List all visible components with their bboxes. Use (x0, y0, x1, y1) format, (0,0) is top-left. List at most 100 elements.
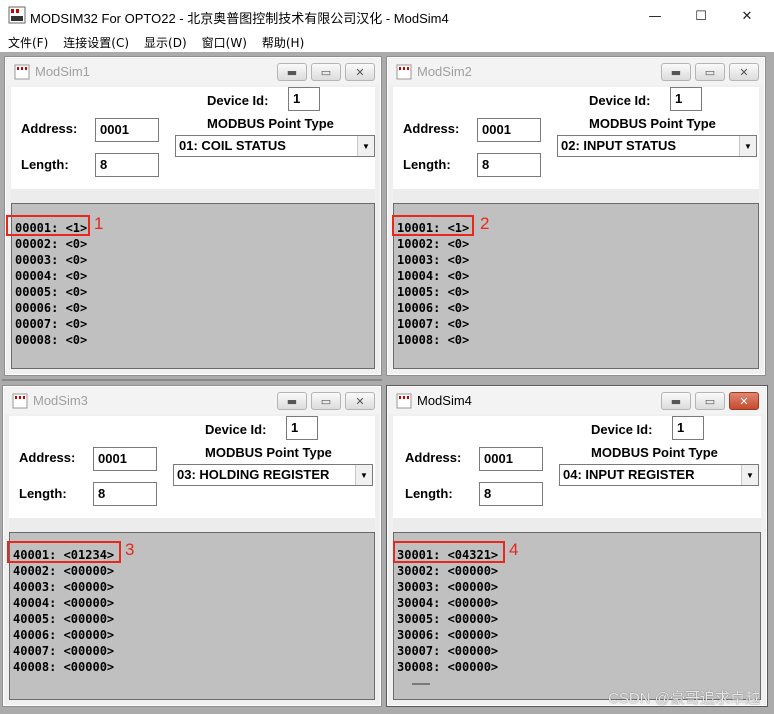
separator-strip (9, 518, 375, 532)
address-label: Address: (403, 121, 460, 136)
menu-help[interactable]: 帮助(H) (254, 34, 311, 51)
close-button[interactable]: ✕ (724, 0, 770, 32)
menu-bar: 文件(F) 连接设置(C) 显示(D) 窗口(W) 帮助(H) (0, 32, 774, 52)
data-row[interactable]: 40004: <00000> (13, 595, 114, 611)
modsim2-title: ModSim2 (417, 64, 472, 79)
modsim2-close-button[interactable]: ✕ (729, 63, 759, 81)
highlight-box-3 (7, 541, 121, 563)
point-type-label: MODBUS Point Type (207, 116, 334, 131)
data-row[interactable]: 00008: <0> (15, 332, 87, 348)
modsim1-close-button[interactable]: ✕ (345, 63, 375, 81)
modsim4-minimize-button[interactable]: ▬ (661, 392, 691, 410)
length-label: Length: (403, 157, 451, 172)
length-field[interactable]: 8 (95, 153, 159, 177)
address-field[interactable]: 0001 (477, 118, 541, 142)
data-row[interactable]: 10008: <0> (397, 332, 469, 348)
data-row[interactable]: 30003: <00000> (397, 579, 498, 595)
maximize-button[interactable]: ☐ (678, 0, 724, 32)
modsim2-minimize-button[interactable]: ▬ (661, 63, 691, 81)
address-label: Address: (405, 450, 462, 465)
modsim4-maximize-button[interactable]: ▭ (695, 392, 725, 410)
modsim1-maximize-button[interactable]: ▭ (311, 63, 341, 81)
modsim3-title-bar[interactable]: ModSim3 ▬ ▭ ✕ (5, 388, 379, 414)
data-row[interactable]: 10003: <0> (397, 252, 469, 268)
modsim1-minimize-button[interactable]: ▬ (277, 63, 307, 81)
device-id-field[interactable]: 1 (670, 87, 702, 111)
data-row[interactable]: 00003: <0> (15, 252, 87, 268)
data-row[interactable]: 10006: <0> (397, 300, 469, 316)
modsim1-title: ModSim1 (35, 64, 90, 79)
modsim1-settings-panel: Device Id: 1 MODBUS Point Type Address: … (11, 87, 375, 195)
data-row[interactable]: 00004: <0> (15, 268, 87, 284)
data-row[interactable]: 00007: <0> (15, 316, 87, 332)
menu-window[interactable]: 窗口(W) (194, 34, 254, 51)
modsim3-maximize-button[interactable]: ▭ (311, 392, 341, 410)
modsim3-title: ModSim3 (33, 393, 88, 408)
data-row[interactable]: 30005: <00000> (397, 611, 498, 627)
modsim3-minimize-button[interactable]: ▬ (277, 392, 307, 410)
highlight-number-1: 1 (94, 214, 104, 233)
chevron-down-icon[interactable]: ▼ (355, 465, 372, 485)
menu-file[interactable]: 文件(F) (0, 34, 55, 51)
data-row[interactable]: 30008: <00000> (397, 659, 498, 675)
highlight-number-2: 2 (480, 214, 490, 233)
menu-display[interactable]: 显示(D) (136, 34, 194, 51)
address-field[interactable]: 0001 (479, 447, 543, 471)
address-label: Address: (21, 121, 78, 136)
point-type-dropdown[interactable]: 01: COIL STATUS ▼ (175, 135, 375, 157)
point-type-dropdown[interactable]: 02: INPUT STATUS ▼ (557, 135, 757, 157)
address-field[interactable]: 0001 (95, 118, 159, 142)
data-row[interactable]: 40007: <00000> (13, 643, 114, 659)
data-row[interactable]: 10002: <0> (397, 236, 469, 252)
address-field[interactable]: 0001 (93, 447, 157, 471)
chevron-down-icon[interactable]: ▼ (357, 136, 374, 156)
modsim2-title-bar[interactable]: ModSim2 ▬ ▭ ✕ (389, 59, 763, 85)
device-id-field[interactable]: 1 (288, 87, 320, 111)
point-type-value: 01: COIL STATUS (179, 138, 286, 153)
menu-connection[interactable]: 连接设置(C) (55, 34, 136, 51)
chevron-down-icon[interactable]: ▼ (739, 136, 756, 156)
document-icon (14, 64, 30, 80)
data-row[interactable]: 10005: <0> (397, 284, 469, 300)
length-field[interactable]: 8 (479, 482, 543, 506)
modsim2-maximize-button[interactable]: ▭ (695, 63, 725, 81)
minimize-button[interactable]: — (632, 0, 678, 32)
data-row[interactable]: 30004: <00000> (397, 595, 498, 611)
window-title: MODSIM32 For OPTO22 - 北京奥普图控制技术有限公司汉化 - … (30, 11, 449, 26)
point-type-value: 02: INPUT STATUS (561, 138, 677, 153)
device-id-field[interactable]: 1 (286, 416, 318, 440)
highlight-box-2 (392, 215, 474, 236)
point-type-dropdown[interactable]: 04: INPUT REGISTER ▼ (559, 464, 759, 486)
device-id-field[interactable]: 1 (672, 416, 704, 440)
chevron-down-icon[interactable]: ▼ (741, 465, 758, 485)
data-row[interactable]: 40003: <00000> (13, 579, 114, 595)
modsim3-close-button[interactable]: ✕ (345, 392, 375, 410)
data-row[interactable]: 30002: <00000> (397, 563, 498, 579)
data-row[interactable]: 00006: <0> (15, 300, 87, 316)
highlight-number-3: 3 (125, 540, 135, 559)
point-type-value: 04: INPUT REGISTER (563, 467, 695, 482)
data-row[interactable]: 40002: <00000> (13, 563, 114, 579)
device-id-label: Device Id: (205, 422, 267, 437)
length-label: Length: (21, 157, 69, 172)
document-icon (12, 393, 28, 409)
data-row[interactable]: 00005: <0> (15, 284, 87, 300)
data-row[interactable]: 10007: <0> (397, 316, 469, 332)
length-field[interactable]: 8 (477, 153, 541, 177)
point-type-label: MODBUS Point Type (591, 445, 718, 460)
data-row[interactable]: 40005: <00000> (13, 611, 114, 627)
watermark: CSDN @豪哥追求卓越 (608, 690, 760, 707)
length-field[interactable]: 8 (93, 482, 157, 506)
data-row[interactable]: 40008: <00000> (13, 659, 114, 675)
data-row[interactable]: 30007: <00000> (397, 643, 498, 659)
separator-strip (393, 189, 759, 203)
modsim4-close-button[interactable]: ✕ (729, 392, 759, 410)
data-row[interactable]: 10004: <0> (397, 268, 469, 284)
data-row[interactable]: 40006: <00000> (13, 627, 114, 643)
data-row[interactable]: 00002: <0> (15, 236, 87, 252)
data-row[interactable]: 30006: <00000> (397, 627, 498, 643)
point-type-dropdown[interactable]: 03: HOLDING REGISTER ▼ (173, 464, 373, 486)
modsim4-title-bar[interactable]: ModSim4 ▬ ▭ ✕ (389, 388, 765, 414)
modsim1-title-bar[interactable]: ModSim1 ▬ ▭ ✕ (7, 59, 379, 85)
modsim3-settings-panel: Device Id: 1 MODBUS Point Type Address: … (9, 416, 375, 524)
